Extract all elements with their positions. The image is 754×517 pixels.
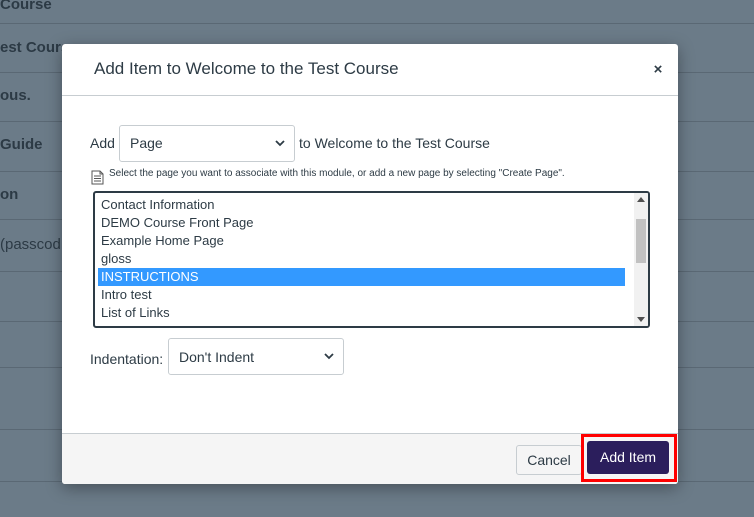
- dialog-header: Add Item to Welcome to the Test Course ×: [62, 44, 678, 96]
- background-row-text: Course: [0, 0, 52, 13]
- list-item[interactable]: gloss: [98, 250, 625, 268]
- background-row: Course: [0, 0, 754, 24]
- add-item-dialog: Add Item to Welcome to the Test Course ×…: [62, 44, 678, 484]
- page-listbox[interactable]: Contact Information DEMO Course Front Pa…: [93, 191, 650, 328]
- chevron-down-icon: [275, 140, 285, 147]
- list-item[interactable]: Example Home Page: [98, 232, 625, 250]
- background-row-text: est Cours: [0, 39, 70, 56]
- item-type-value: Page: [130, 135, 163, 151]
- chevron-down-icon: [324, 353, 334, 360]
- indentation-select[interactable]: Don't Indent: [168, 338, 344, 375]
- list-item[interactable]: DEMO Course Front Page: [98, 214, 625, 232]
- scroll-up-arrow-icon[interactable]: [637, 197, 645, 202]
- item-type-select[interactable]: Page: [119, 125, 295, 162]
- background-row-text: on: [0, 186, 19, 203]
- list-item[interactable]: Intro test: [98, 286, 625, 304]
- document-icon: [91, 170, 104, 185]
- close-icon[interactable]: ×: [650, 62, 666, 78]
- list-item[interactable]: List of Links: [98, 304, 625, 322]
- list-item[interactable]: Contact Information: [98, 196, 625, 214]
- background-row-text: (passcod: [0, 236, 61, 253]
- scroll-thumb[interactable]: [636, 219, 646, 263]
- background-row-text: ous.: [0, 87, 31, 104]
- add-label: Add: [90, 135, 115, 151]
- select-hint: Select the page you want to associate wi…: [109, 168, 565, 179]
- dialog-title: Add Item to Welcome to the Test Course: [94, 59, 399, 78]
- indentation-label: Indentation:: [90, 351, 164, 367]
- scroll-down-arrow-icon[interactable]: [637, 317, 645, 322]
- to-module-label: to Welcome to the Test Course: [299, 135, 490, 151]
- indentation-value: Don't Indent: [179, 349, 255, 365]
- background-row-text: Guide: [0, 136, 43, 153]
- list-item-selected[interactable]: INSTRUCTIONS: [98, 268, 625, 286]
- add-item-button[interactable]: Add Item: [587, 441, 669, 474]
- cancel-button[interactable]: Cancel: [516, 445, 582, 475]
- listbox-scrollbar[interactable]: [634, 193, 648, 326]
